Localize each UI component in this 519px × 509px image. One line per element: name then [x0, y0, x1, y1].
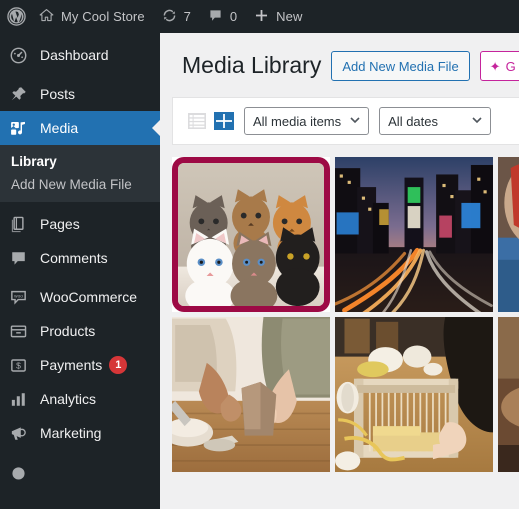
- megaphone-icon: [9, 423, 33, 443]
- sidebar-item-pages[interactable]: Pages: [0, 207, 160, 241]
- generate-button[interactable]: ✦ G: [479, 51, 519, 81]
- media-item-weaving-loom-photo[interactable]: [335, 317, 493, 472]
- media-thumbnail: [178, 163, 324, 306]
- sidebar-item-dashboard[interactable]: Dashboard: [0, 38, 160, 72]
- wordpress-logo-button[interactable]: [0, 0, 30, 33]
- media-type-filter-select[interactable]: All media items: [244, 107, 370, 135]
- media-thumbnail: [172, 317, 330, 472]
- sidebar-label-marketing: Marketing: [40, 425, 102, 441]
- comment-bubble-icon: [9, 248, 33, 268]
- plus-icon: [253, 7, 270, 27]
- dashboard-icon: [9, 45, 33, 65]
- generate-button-label: G: [505, 58, 516, 74]
- main-content: Media Library Add New Media File ✦ G All…: [160, 33, 519, 509]
- site-name-label: My Cool Store: [61, 9, 145, 24]
- sidebar-item-media[interactable]: Media: [0, 111, 160, 145]
- list-view-icon[interactable]: [187, 111, 207, 131]
- date-filter-value: All dates: [388, 113, 439, 129]
- media-thumbnail: [335, 317, 493, 472]
- payments-icon: $: [9, 355, 33, 375]
- chevron-down-icon: [349, 114, 361, 129]
- media-item-third-column-photo-1[interactable]: [498, 157, 519, 312]
- media-item-pottery-photo[interactable]: [172, 317, 330, 472]
- products-icon: [9, 321, 33, 341]
- sidebar-item-payments[interactable]: $ Payments 1: [0, 348, 160, 382]
- media-grid: [172, 157, 519, 472]
- sidebar-label-dashboard: Dashboard: [40, 47, 109, 63]
- svg-text:$: $: [16, 360, 21, 370]
- woocommerce-icon: woo: [9, 287, 33, 307]
- home-icon: [38, 7, 55, 27]
- sidebar-item-woocommerce[interactable]: woo WooCommerce: [0, 280, 160, 314]
- sparkle-icon: ✦: [489, 58, 501, 74]
- sidebar-label-payments: Payments: [40, 357, 103, 373]
- sidebar-label-comments: Comments: [40, 250, 108, 266]
- media-filter-bar: All media items All dates: [172, 97, 519, 145]
- comment-bubble-icon: [207, 7, 224, 27]
- media-type-filter-value: All media items: [253, 113, 342, 129]
- updates-icon: [161, 7, 178, 27]
- media-thumbnail: [335, 157, 493, 312]
- sidebar-item-marketing[interactable]: Marketing: [0, 416, 160, 450]
- sidebar-label-woocommerce: WooCommerce: [40, 289, 137, 305]
- date-filter-select[interactable]: All dates: [379, 107, 492, 135]
- page-title: Media Library: [182, 52, 322, 79]
- sidebar-item-products[interactable]: Products: [0, 314, 160, 348]
- page-header: Media Library Add New Media File ✦ G: [160, 33, 519, 81]
- svg-text:woo: woo: [14, 294, 23, 299]
- sidebar-label-products: Products: [40, 323, 96, 339]
- sidebar-label-posts: Posts: [40, 86, 76, 102]
- media-item-third-column-photo-2[interactable]: [498, 317, 519, 472]
- updates-menu[interactable]: 7: [153, 0, 199, 33]
- add-new-media-file-button[interactable]: Add New Media File: [331, 51, 470, 81]
- comments-menu[interactable]: 0: [199, 0, 245, 33]
- submenu-item-add-new-media-file[interactable]: Add New Media File: [0, 173, 160, 196]
- view-mode-toggle: [187, 111, 234, 131]
- new-content-menu[interactable]: New: [245, 0, 310, 33]
- sidebar-label-media: Media: [40, 120, 79, 136]
- site-name-menu[interactable]: My Cool Store: [30, 0, 153, 33]
- grid-view-icon[interactable]: [214, 111, 234, 131]
- admin-sidebar: Dashboard Posts Media Library Add New Me…: [0, 33, 160, 509]
- media-submenu: Library Add New Media File: [0, 145, 160, 202]
- submenu-item-library[interactable]: Library: [0, 150, 160, 173]
- circle-icon: [9, 462, 33, 482]
- media-item-kittens-photo[interactable]: [172, 157, 330, 312]
- sidebar-item-comments[interactable]: Comments: [0, 241, 160, 275]
- sidebar-label-analytics: Analytics: [40, 391, 97, 407]
- sidebar-label-pages: Pages: [40, 216, 80, 232]
- pin-icon: [9, 84, 33, 104]
- media-thumbnail: [498, 157, 519, 312]
- sidebar-item-analytics[interactable]: Analytics: [0, 382, 160, 416]
- admin-bar: My Cool Store 7 0 New: [0, 0, 519, 33]
- media-item-city-night-photo[interactable]: [335, 157, 493, 312]
- chevron-down-icon: [471, 114, 483, 129]
- updates-count: 7: [183, 9, 191, 24]
- new-label: New: [276, 9, 303, 24]
- media-thumbnail: [498, 317, 519, 472]
- wordpress-admin-screen: My Cool Store 7 0 New Dashboard Posts Me…: [0, 0, 519, 509]
- payments-badge: 1: [109, 356, 128, 374]
- pages-icon: [9, 214, 33, 234]
- comments-count: 0: [229, 9, 238, 24]
- sidebar-item-posts[interactable]: Posts: [0, 77, 160, 111]
- media-icon: [9, 118, 33, 138]
- sidebar-item-partial-bottom[interactable]: [0, 455, 160, 489]
- wordpress-logo-icon: [7, 7, 26, 26]
- analytics-bars-icon: [9, 389, 33, 409]
- media-grid-wrapper: [172, 157, 519, 472]
